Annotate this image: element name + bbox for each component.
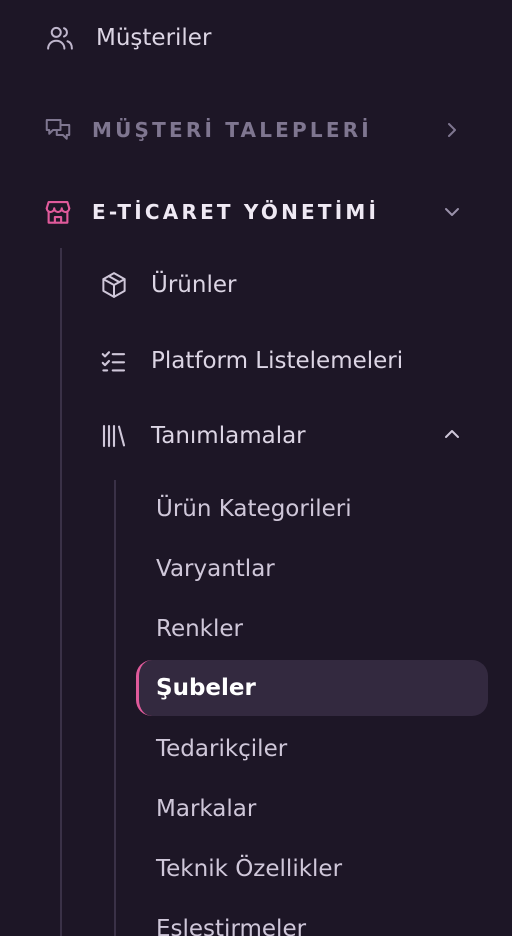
nav-section-ecommerce[interactable]: E-TİCARET YÖNETİMİ (42, 190, 472, 234)
nav-section-customer-requests[interactable]: MÜŞTERİ TALEPLERİ (42, 108, 472, 152)
nav-subitem-label: Ürün Kategorileri (156, 496, 352, 522)
library-icon (98, 420, 130, 452)
nav-item-definitions[interactable]: Tanımlamalar (98, 416, 472, 456)
chevron-right-icon (440, 118, 464, 146)
tree-line-ecommerce (60, 248, 62, 936)
nav-subitem-variants[interactable]: Varyantlar (156, 551, 275, 587)
nav-item-customers[interactable]: Müşteriler (44, 18, 211, 58)
nav-subitem-label: Eşleştirmeler (156, 916, 307, 936)
nav-subitem-label: Varyantlar (156, 556, 275, 582)
nav-subitem-label: Tedarikçiler (156, 736, 288, 762)
chat-icon (42, 114, 74, 146)
store-icon (42, 196, 74, 228)
tree-line-definitions (114, 480, 116, 936)
nav-section-label: MÜŞTERİ TALEPLERİ (92, 118, 372, 142)
nav-item-label: Tanımlamalar (151, 423, 306, 449)
nav-subitem-matchings[interactable]: Eşleştirmeler (156, 911, 306, 936)
nav-subitem-technical-specs[interactable]: Teknik Özellikler (156, 851, 342, 887)
nav-subitem-label: Markalar (156, 796, 257, 822)
nav-item-label: Müşteriler (96, 25, 212, 51)
users-icon (44, 22, 76, 54)
nav-item-products[interactable]: Ürünler (98, 265, 472, 305)
nav-item-platform-listings[interactable]: Platform Listelemeleri (98, 341, 472, 381)
chevron-down-icon (440, 200, 464, 228)
nav-section-label: E-TİCARET YÖNETİMİ (92, 200, 380, 224)
nav-subitem-label: Renkler (156, 616, 243, 642)
nav-subitem-colors[interactable]: Renkler (156, 611, 243, 647)
box-icon (98, 269, 130, 301)
nav-subitem-label: Teknik Özellikler (156, 856, 343, 882)
checklist-icon (98, 345, 130, 377)
nav-item-label: Platform Listelemeleri (151, 348, 404, 374)
nav-subitem-label: Şubeler (156, 675, 256, 701)
nav-item-label: Ürünler (151, 272, 237, 298)
chevron-up-icon (440, 422, 464, 450)
nav-subitem-branches-active[interactable]: Şubeler (136, 660, 488, 716)
nav-subitem-brands[interactable]: Markalar (156, 791, 256, 827)
nav-subitem-suppliers[interactable]: Tedarikçiler (156, 731, 287, 767)
nav-subitem-product-categories[interactable]: Ürün Kategorileri (156, 491, 352, 527)
